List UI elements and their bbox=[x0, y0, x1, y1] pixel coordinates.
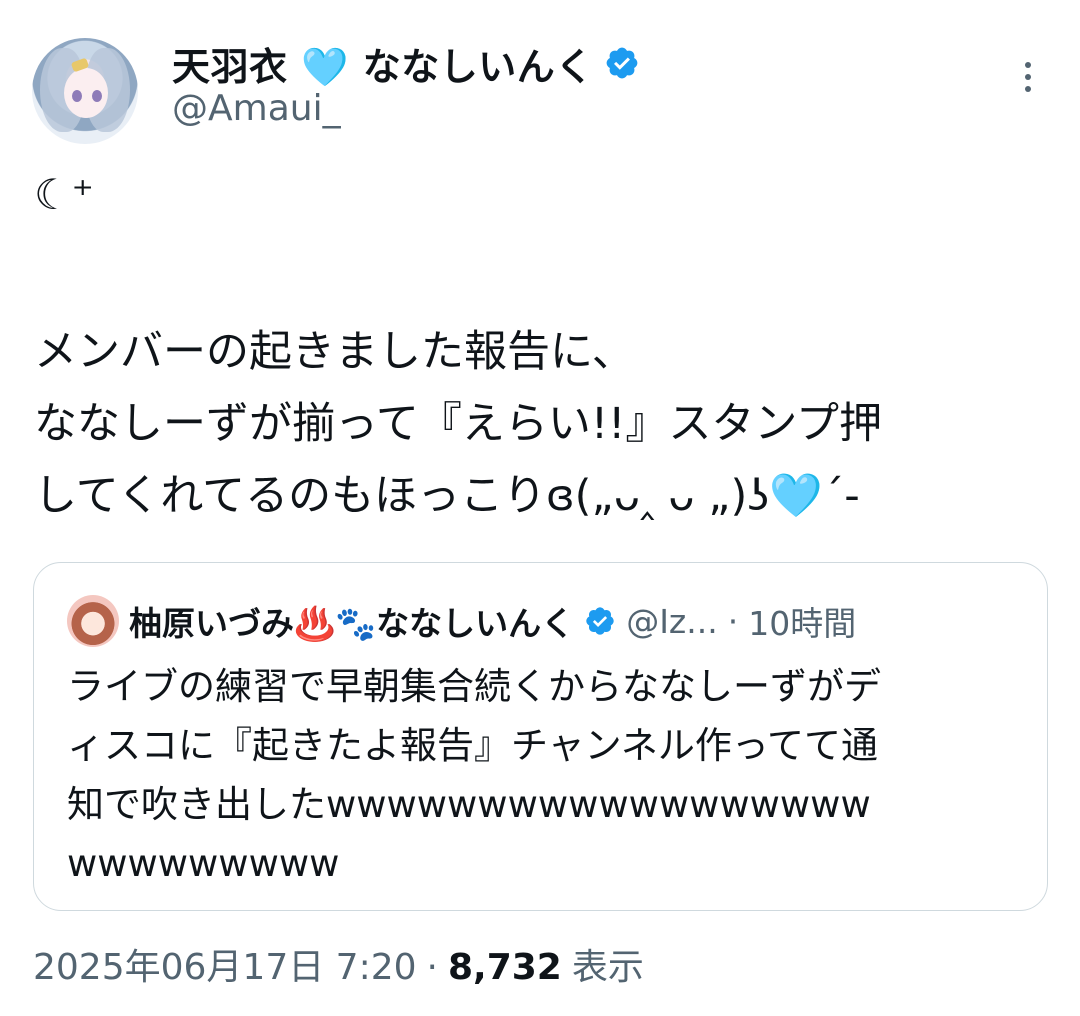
quoted-text-line: ライブの練習で早朝集合続くからななしーずがデ bbox=[67, 665, 881, 708]
quoted-tweet-card[interactable]: 柚原いづみ♨️🐾ななしいんく @Iz... · 10時間 ライブの練習で早朝集合… bbox=[33, 562, 1048, 911]
quoted-text-line: 知で吹き出したwwwwwwwwwwwwwwwwww bbox=[67, 783, 871, 826]
quoted-author-handle: @Iz... bbox=[626, 601, 718, 641]
author-avatar[interactable] bbox=[32, 38, 138, 144]
more-dot bbox=[1025, 74, 1031, 80]
views-count: 8,732 bbox=[447, 947, 562, 988]
verified-badge-icon bbox=[586, 607, 614, 635]
quoted-tweet-text: ライブの練習で早朝集合続くからななしーずがデ ィスコに『起きたよ報告』チャンネル… bbox=[67, 657, 1017, 893]
quoted-separator: · bbox=[727, 601, 739, 641]
author-display-name[interactable]: 天羽衣 🩵 ななしいんく bbox=[172, 36, 594, 91]
quoted-tweet-header: 柚原いづみ♨️🐾ななしいんく @Iz... · 10時間 bbox=[67, 593, 1017, 649]
views-label: 表示 bbox=[571, 947, 644, 988]
meta-separator: · bbox=[426, 947, 438, 988]
quoted-author-avatar bbox=[67, 595, 119, 647]
verified-badge-icon bbox=[606, 47, 638, 79]
more-vertical-icon[interactable] bbox=[1008, 52, 1048, 102]
author-name-row: 天羽衣 🩵 ななしいんく bbox=[172, 36, 640, 91]
tweet-text-line: メンバーの起きました報告に、 bbox=[34, 327, 635, 377]
tweet-moon-symbol: ☾⁺ bbox=[34, 170, 94, 219]
tweet-text-line: してくれてるのもほっこりɞ(„ᴗ‸ ᴗ „)ʖ🩵´- bbox=[34, 471, 860, 521]
tweet-meta: 2025年06月17日 7:20 · 8,732 表示 bbox=[33, 938, 644, 990]
quoted-author-display-name: 柚原いづみ♨️🐾ななしいんく bbox=[129, 604, 575, 643]
tweet-text-line: ななしーずが揃って『えらい!!』スタンプ押 bbox=[34, 399, 883, 449]
avatar-eye-right bbox=[92, 90, 102, 102]
quoted-text-line: ィスコに『起きたよ報告』チャンネル作ってて通 bbox=[67, 724, 879, 767]
tweet-datetime[interactable]: 2025年06月17日 7:20 bbox=[33, 938, 417, 990]
more-dot bbox=[1025, 62, 1031, 68]
more-dot bbox=[1025, 86, 1031, 92]
author-handle[interactable]: @Amaui_ bbox=[172, 88, 341, 129]
quoted-text-line: wwwwwwwww bbox=[67, 842, 340, 885]
avatar-eye-left bbox=[72, 90, 82, 102]
quoted-timestamp: 10時間 bbox=[748, 604, 857, 643]
tweet-header: 天羽衣 🩵 ななしいんく @Amaui_ bbox=[32, 32, 1048, 144]
